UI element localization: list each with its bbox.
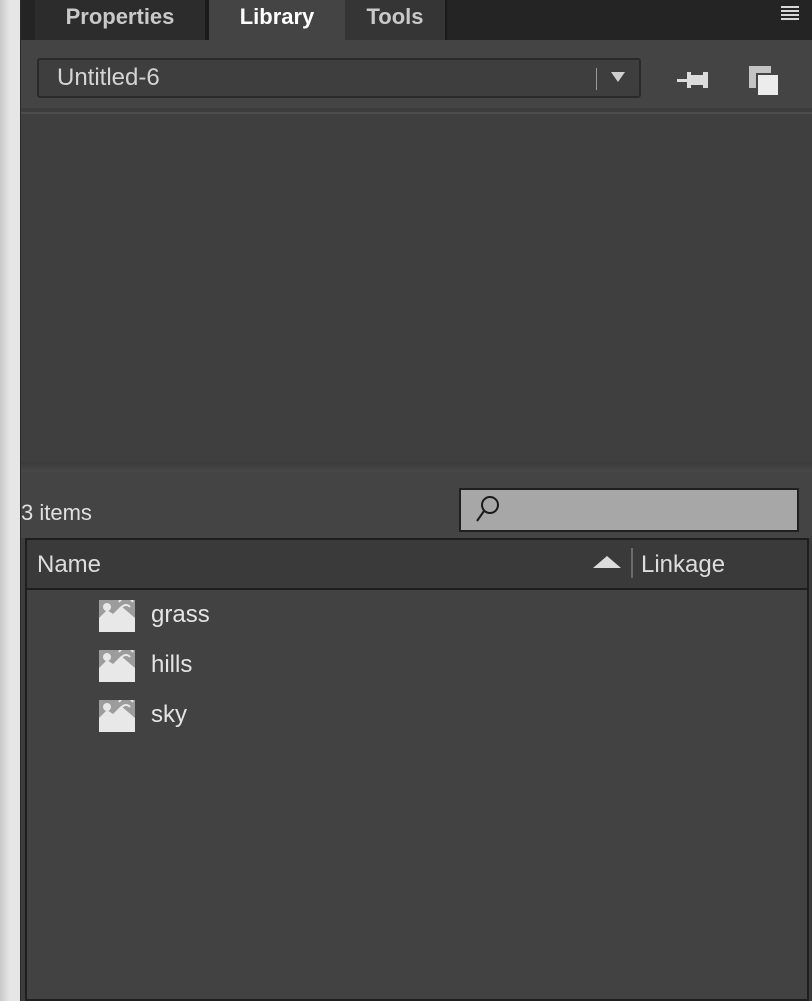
tab-properties[interactable]: Properties — [35, 0, 205, 40]
list-item[interactable]: sky — [67, 694, 667, 740]
list-column-header: Name Linkage — [27, 540, 807, 590]
chevron-down-icon — [611, 72, 625, 82]
list-item-label: grass — [151, 601, 210, 628]
hamburger-menu-icon[interactable] — [781, 6, 799, 22]
document-dropdown[interactable]: Untitled-6 — [37, 58, 641, 98]
movie-clip-symbol-icon — [99, 600, 135, 632]
library-item-list: Name Linkage grass hills sky — [25, 538, 809, 1001]
preview-resize-divider[interactable] — [21, 462, 812, 472]
search-icon — [476, 496, 499, 522]
list-item[interactable]: grass — [67, 594, 667, 640]
new-library-panel-icon[interactable] — [747, 64, 781, 98]
movie-clip-symbol-icon — [99, 700, 135, 732]
list-item[interactable]: hills — [67, 644, 667, 690]
application-window: Properties Library Tools Untitled-6 3 it… — [0, 0, 812, 1001]
list-item-label: sky — [151, 701, 187, 728]
column-header-linkage[interactable]: Linkage — [641, 550, 725, 580]
column-header-name[interactable]: Name — [37, 550, 101, 580]
column-divider[interactable] — [631, 548, 633, 578]
search-input[interactable] — [505, 496, 789, 526]
items-search-row: 3 items — [21, 472, 812, 538]
panel-tab-bar: Properties Library Tools — [21, 0, 812, 40]
pin-icon[interactable] — [677, 68, 713, 92]
tab-divider — [445, 0, 447, 40]
dropdown-divider — [596, 68, 597, 90]
items-count: 3 items — [21, 500, 92, 525]
symbol-preview-area — [21, 112, 812, 464]
tab-library[interactable]: Library — [209, 0, 345, 40]
library-panel: Properties Library Tools Untitled-6 3 it… — [20, 0, 812, 1001]
document-dropdown-value: Untitled-6 — [57, 64, 160, 91]
document-selector-row: Untitled-6 — [21, 40, 812, 108]
search-field[interactable] — [459, 488, 799, 532]
movie-clip-symbol-icon — [99, 650, 135, 682]
sort-ascending-icon[interactable] — [593, 556, 621, 568]
tab-tools[interactable]: Tools — [345, 0, 445, 40]
list-item-label: hills — [151, 651, 193, 678]
